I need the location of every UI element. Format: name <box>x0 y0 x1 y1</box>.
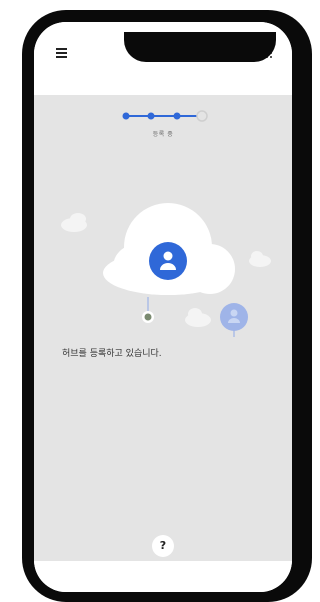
help-button[interactable]: ? <box>152 535 174 557</box>
progress-step-2 <box>147 112 155 120</box>
registration-status-message: 허브를 등록하고 있습니다. <box>62 349 162 359</box>
app-screen: 등록 중 허브를 등록하고 있습니다. ? <box>34 22 292 592</box>
progress-step-1 <box>122 112 130 120</box>
bottom-safe-area <box>34 561 292 592</box>
small-cloud-left <box>61 213 87 232</box>
progress-step-4 <box>196 110 208 122</box>
person-icon <box>149 242 187 280</box>
progress-step-3 <box>173 112 181 120</box>
hamburger-menu-icon[interactable] <box>56 48 67 58</box>
secondary-person-icon <box>220 303 248 337</box>
help-icon: ? <box>159 539 167 552</box>
hub-device-icon <box>142 311 154 323</box>
small-cloud-bottom <box>185 308 211 327</box>
small-cloud-right <box>249 251 271 267</box>
registration-illustration <box>61 203 271 337</box>
registration-content: 등록 중 허브를 등록하고 있습니다. ? <box>34 95 292 561</box>
step-progress-indicator: 등록 중 <box>34 95 292 155</box>
progress-caption: 등록 중 <box>152 131 174 138</box>
phone-notch <box>124 32 276 62</box>
